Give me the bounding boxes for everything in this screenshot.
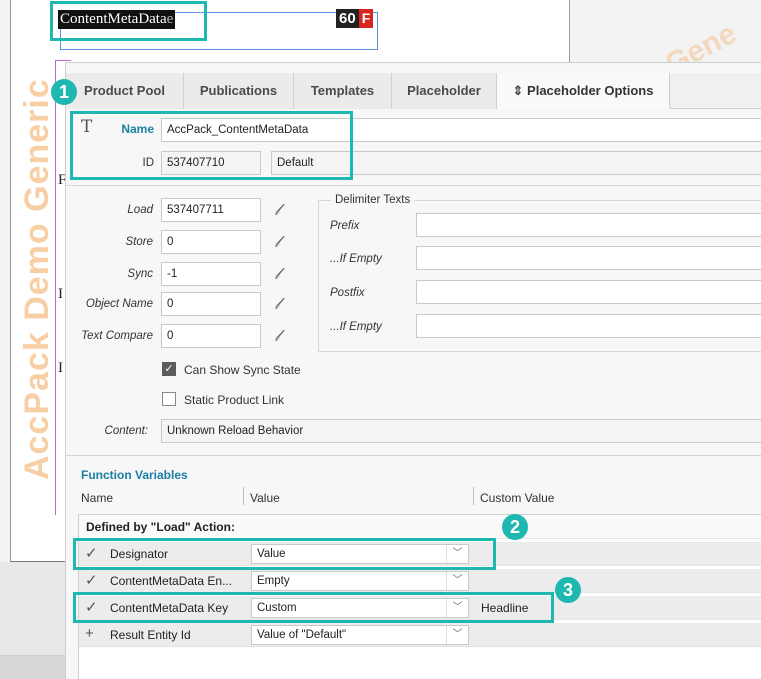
tab-product-pool[interactable]: Product Pool: [66, 73, 184, 109]
postfix-if-empty-field[interactable]: [416, 314, 761, 338]
can-show-sync-state-label: Can Show Sync State: [184, 363, 301, 377]
content-field[interactable]: Unknown Reload Behavior: [161, 419, 761, 443]
callout-badge-3: 3: [555, 577, 581, 603]
object-name-field[interactable]: 0: [161, 292, 261, 316]
static-product-link-label: Static Product Link: [184, 393, 285, 407]
plus-icon: +: [85, 625, 94, 642]
prefix-field[interactable]: [416, 213, 761, 237]
column-header-name[interactable]: Name: [81, 491, 113, 505]
postfix-field[interactable]: [416, 280, 761, 304]
delimiter-texts-title: Delimiter Texts: [331, 194, 415, 206]
tab-placeholder-options[interactable]: ⇕ Placeholder Options: [497, 73, 670, 109]
sync-label: Sync: [127, 268, 153, 280]
text-compare-field[interactable]: 0: [161, 324, 261, 348]
highlight-box-name-id: [70, 111, 353, 180]
value-dropdown-text: Empty: [257, 575, 290, 587]
chevron-down-icon[interactable]: ﹀: [446, 572, 468, 590]
placeholder-badge[interactable]: 60 F: [336, 9, 374, 28]
value-dropdown[interactable]: Value of "Default" ﹀: [251, 625, 469, 645]
highlight-box-designator: [73, 538, 496, 570]
text-compare-label: Text Compare: [81, 330, 153, 342]
column-separator[interactable]: [243, 487, 244, 505]
object-name-label: Object Name: [85, 298, 153, 310]
function-variables-title: Function Variables: [81, 468, 188, 482]
table-row[interactable]: + Result Entity Id Value of "Default" ﹀: [79, 623, 761, 647]
document-letter: I: [58, 286, 63, 302]
postfix-label: Postfix: [330, 287, 365, 299]
tab-templates[interactable]: Templates: [294, 73, 392, 109]
sync-field[interactable]: -1: [161, 262, 261, 286]
badge-number: 60: [336, 9, 359, 28]
tab-bar: Product Pool Publications Templates Plac…: [66, 73, 761, 109]
watermark-text: AccPack Demo Generic: [18, 78, 56, 480]
prefix-label: Prefix: [330, 220, 360, 232]
tab-publications[interactable]: Publications: [184, 73, 294, 109]
row-name: Result Entity Id: [110, 628, 191, 642]
link-icon[interactable]: 𝓁: [266, 231, 288, 253]
link-icon[interactable]: 𝓁: [266, 199, 288, 221]
postfix-if-empty-label: ...If Empty: [330, 321, 382, 333]
tab-placeholder[interactable]: Placeholder: [392, 73, 497, 109]
prefix-if-empty-label: ...If Empty: [330, 253, 382, 265]
can-show-sync-state-checkbox[interactable]: ✓: [162, 362, 176, 376]
load-field[interactable]: 537407711: [161, 198, 261, 222]
group-header-row: Defined by "Load" Action:: [79, 515, 761, 539]
link-icon[interactable]: 𝓁: [266, 293, 288, 315]
load-label: Load: [127, 204, 153, 216]
table-row[interactable]: ✓ ContentMetaData En... Empty ﹀: [79, 569, 761, 593]
column-header-value[interactable]: Value: [250, 491, 280, 505]
check-icon: ✓: [85, 572, 98, 589]
highlight-box-key: [73, 592, 554, 623]
store-field[interactable]: 0: [161, 230, 261, 254]
content-label: Content:: [104, 425, 148, 437]
prefix-if-empty-field[interactable]: [416, 246, 761, 270]
value-dropdown-text: Value of "Default": [257, 629, 347, 641]
callout-badge-1: 1: [51, 79, 77, 105]
divider: [66, 455, 761, 456]
column-header-custom-value[interactable]: Custom Value: [480, 491, 554, 505]
link-icon[interactable]: 𝓁: [266, 325, 288, 347]
link-icon[interactable]: 𝓁: [266, 263, 288, 285]
row-name: ContentMetaData En...: [110, 574, 233, 588]
document-letter: I: [58, 360, 63, 376]
group-header-label: Defined by "Load" Action:: [86, 520, 235, 534]
value-dropdown[interactable]: Empty ﹀: [251, 571, 469, 591]
callout-badge-2: 2: [502, 514, 528, 540]
store-label: Store: [125, 236, 154, 248]
divider: [66, 185, 761, 186]
static-product-link-checkbox[interactable]: [162, 392, 176, 406]
badge-flag: F: [358, 9, 374, 28]
highlight-box-selected-text: [50, 1, 207, 41]
frame-guide-horizontal: [55, 60, 71, 61]
column-separator[interactable]: [473, 487, 474, 505]
chevron-down-icon[interactable]: ﹀: [446, 626, 468, 644]
